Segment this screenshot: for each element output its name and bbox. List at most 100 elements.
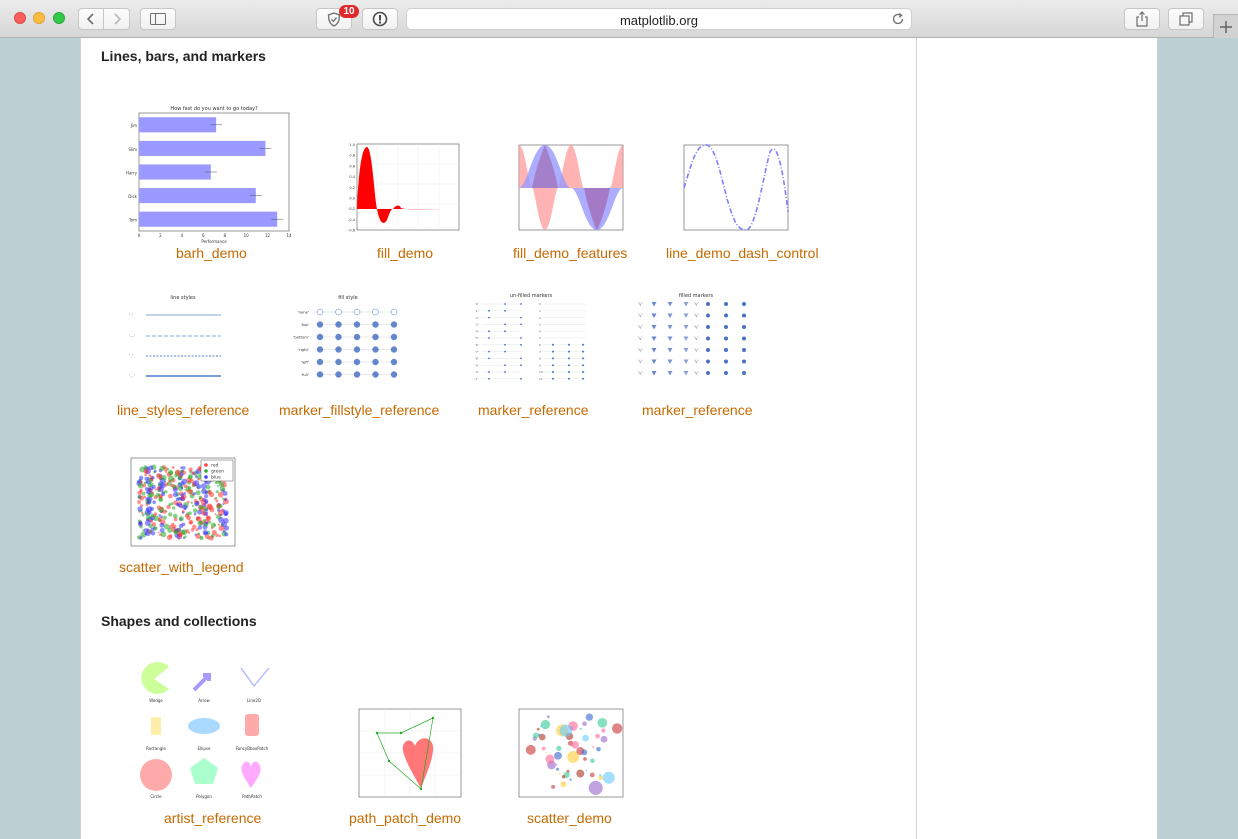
fill-demo-ytick: -0.4 xyxy=(348,218,356,222)
scatter-point xyxy=(180,466,183,470)
new-tab-button[interactable] xyxy=(1213,14,1238,38)
barh-category-label: Tom xyxy=(128,218,137,223)
fill-demo-thumbnail[interactable]: 1.0 0.8 0.6 0.4 0.2 0.0 -0.2 -0.4 -0.6 xyxy=(343,142,463,240)
barh-xtick: 2 xyxy=(159,233,162,238)
scatter-point xyxy=(183,535,187,539)
maximize-window-button[interactable] xyxy=(53,12,65,24)
barh-demo-thumbnail[interactable]: How fast do you want to go today? Jim Sli… xyxy=(119,104,294,244)
scatter-point xyxy=(137,482,144,489)
barh-category-label: Dick xyxy=(128,194,137,199)
fillstyle-row-label: 'bottom' xyxy=(293,335,309,340)
unfilled-marker xyxy=(504,350,506,353)
scatter-point xyxy=(222,529,226,533)
fillstyle-marker xyxy=(372,321,379,328)
scatter-point xyxy=(189,520,193,525)
svg-text:Wedge: Wedge xyxy=(149,698,163,703)
scatter-point xyxy=(171,506,176,510)
scatter-with-legend-thumbnail[interactable]: red green blue xyxy=(121,455,241,553)
forward-button[interactable] xyxy=(104,8,130,30)
svg-text:'-': '-' xyxy=(129,313,134,319)
bubble-point xyxy=(596,746,601,752)
gallery-link-marker-fillstyle-reference[interactable]: marker_fillstyle_reference xyxy=(279,402,439,418)
path-patch-demo-thumbnail[interactable] xyxy=(345,706,465,804)
gallery-link-artist-reference[interactable]: artist_reference xyxy=(164,810,261,826)
unfilled-marker xyxy=(488,350,490,353)
close-window-button[interactable] xyxy=(14,12,26,24)
fillstyle-marker xyxy=(390,333,398,341)
gallery-link-fill-demo[interactable]: fill_demo xyxy=(377,245,433,261)
share-button[interactable] xyxy=(1124,8,1160,30)
back-button[interactable] xyxy=(78,8,104,30)
artist-reference-thumbnail[interactable]: Wedge Arrow Line2D Rectangle Ellipse Fan… xyxy=(131,658,276,803)
scatter-point xyxy=(166,467,170,471)
scatter-point xyxy=(178,523,184,529)
show-tabs-button[interactable] xyxy=(1168,8,1204,30)
marker-fillstyle-reference-thumbnail[interactable]: fill style 'none' 'top' 'bottom' 'right' 'le… xyxy=(284,290,404,390)
gallery-link-scatter-with-legend[interactable]: scatter_with_legend xyxy=(119,559,244,575)
unfilled-marker xyxy=(488,357,490,360)
barh-bar xyxy=(139,140,266,156)
scatter-demo-thumbnail[interactable] xyxy=(509,706,629,804)
line-styles-reference-thumbnail[interactable]: line styles '-' '--' ':' '-.' xyxy=(121,290,241,390)
svg-text:'v': 'v' xyxy=(694,313,699,318)
fillstyle-marker xyxy=(390,321,398,328)
fill-demo-features-thumbnail[interactable] xyxy=(509,142,627,240)
bubble-point xyxy=(582,734,589,742)
filled-marker xyxy=(683,302,689,307)
filled-marker xyxy=(683,348,689,353)
scatter-point xyxy=(175,497,180,502)
bubble-point xyxy=(576,769,585,778)
filled-marker xyxy=(651,348,657,353)
filled-marker xyxy=(651,325,657,330)
minimize-window-button[interactable] xyxy=(33,12,45,24)
scatter-point xyxy=(139,490,143,493)
gallery-link-marker-reference-unfilled[interactable]: marker_reference xyxy=(478,402,589,418)
unfilled-marker xyxy=(504,323,506,326)
svg-text:'6': '6' xyxy=(475,343,479,347)
marker-reference-filled-thumbnail[interactable]: filled markers 'v' 'v' 'v' 'v' 'v' 'v' 'v' 'v' '… xyxy=(636,290,756,390)
svg-text:Ellipse: Ellipse xyxy=(198,746,211,751)
line-demo-dash-control-thumbnail[interactable] xyxy=(676,142,794,240)
svg-text:'9': '9' xyxy=(475,363,479,367)
svg-text:FancyBboxPatch: FancyBboxPatch xyxy=(236,746,269,751)
fillstyle-marker xyxy=(390,346,398,353)
gallery-link-fill-demo-features[interactable]: fill_demo_features xyxy=(513,245,627,261)
gallery-link-scatter-demo[interactable]: scatter_demo xyxy=(527,810,612,826)
gallery-link-line-demo-dash-control[interactable]: line_demo_dash_control xyxy=(666,245,819,261)
gallery-link-barh-demo[interactable]: barh_demo xyxy=(176,245,247,261)
fillstyle-marker xyxy=(335,321,342,328)
filled-marker xyxy=(724,313,728,318)
barh-bar xyxy=(139,117,217,133)
unfilled-marker xyxy=(520,337,522,339)
filled-marker xyxy=(667,336,673,341)
sidebar-toggle-button[interactable] xyxy=(140,8,176,30)
scatter-point xyxy=(147,510,152,515)
scatter-point xyxy=(170,483,174,488)
gallery-link-line-styles-reference[interactable]: line_styles_reference xyxy=(117,402,249,418)
unfilled-marker xyxy=(582,377,584,380)
marker-reference-unfilled-thumbnail[interactable]: un-filled markers '0' 0 '1' 1 '2' 2 '3' 3 '4' 4 '5… xyxy=(471,290,591,390)
unfilled-marker xyxy=(504,303,506,305)
scatter-point xyxy=(146,489,152,495)
fillstyle-marker xyxy=(353,321,361,328)
scatter-point xyxy=(157,489,161,493)
svg-text:'v': 'v' xyxy=(694,359,699,364)
scatter-point xyxy=(150,513,155,517)
scatter-point xyxy=(223,517,229,524)
legend-green: green xyxy=(211,469,224,475)
scatter-point xyxy=(215,499,219,503)
filled-marker xyxy=(651,313,657,318)
filled-marker xyxy=(724,371,728,375)
bubble-point xyxy=(540,719,551,730)
address-bar[interactable]: matplotlib.org xyxy=(406,8,912,30)
scatter-point xyxy=(168,534,173,538)
gallery-link-marker-reference-filled[interactable]: marker_reference xyxy=(642,402,753,418)
password-button[interactable] xyxy=(362,8,398,30)
reload-icon[interactable] xyxy=(891,12,905,26)
filled-marker xyxy=(706,371,710,375)
filled-marker xyxy=(667,371,673,376)
gallery-link-path-patch-demo[interactable]: path_patch_demo xyxy=(349,810,461,826)
barh-xtick: 8 xyxy=(223,233,226,238)
page-content: Lines, bars, and markers How fast do you… xyxy=(80,38,917,839)
scatter-point xyxy=(197,520,204,527)
